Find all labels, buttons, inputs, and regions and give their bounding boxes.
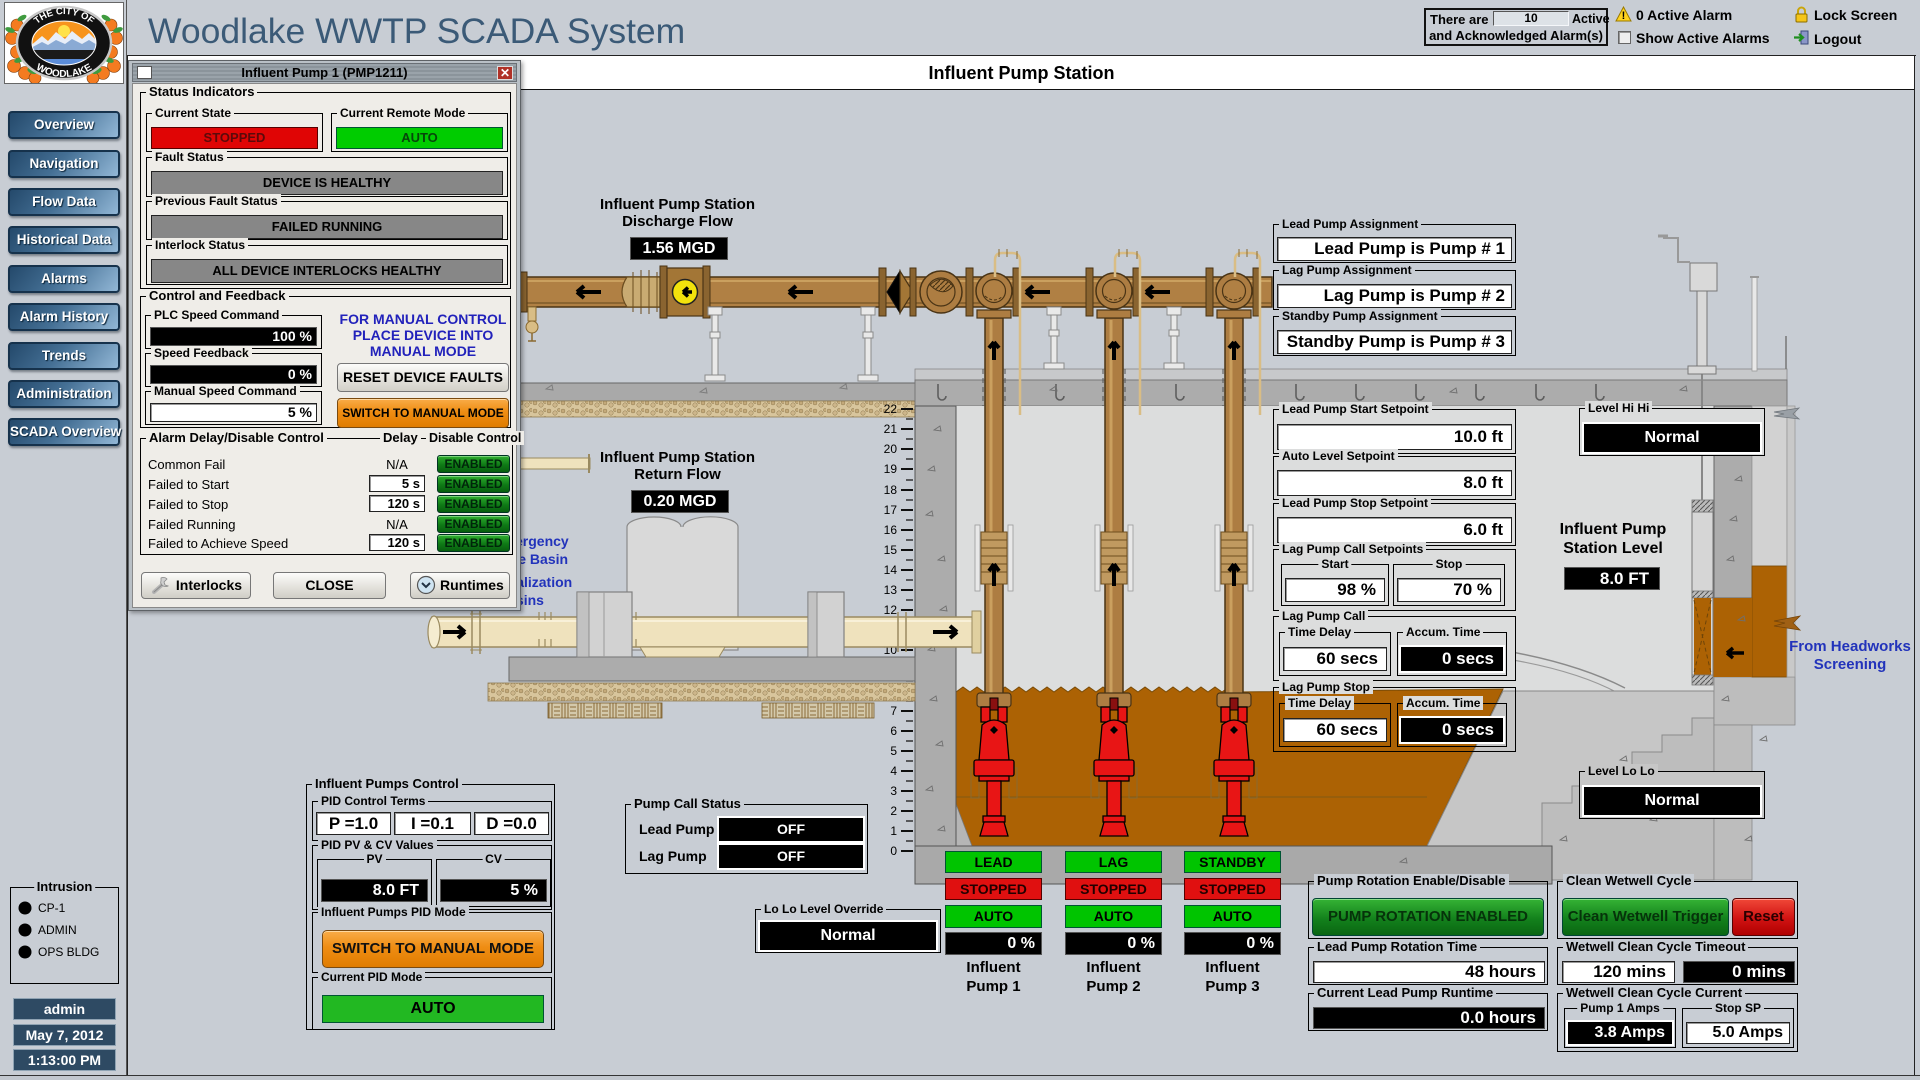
- svg-text:15: 15: [884, 543, 898, 557]
- svg-text:16: 16: [884, 523, 898, 537]
- svg-text:7: 7: [890, 704, 897, 718]
- svg-text:0: 0: [890, 844, 897, 858]
- svg-text:17: 17: [884, 503, 898, 517]
- svg-text:1: 1: [890, 824, 897, 838]
- svg-text:12: 12: [884, 603, 898, 617]
- svg-text:3: 3: [890, 784, 897, 798]
- svg-text:4: 4: [890, 764, 897, 778]
- svg-text:18: 18: [884, 483, 898, 497]
- svg-text:5: 5: [890, 744, 897, 758]
- svg-text:14: 14: [884, 563, 898, 577]
- svg-text:6: 6: [890, 724, 897, 738]
- svg-text:19: 19: [884, 462, 898, 476]
- svg-text:2: 2: [890, 804, 897, 818]
- svg-text:20: 20: [884, 442, 898, 456]
- svg-text:21: 21: [884, 422, 898, 436]
- svg-text:22: 22: [884, 402, 898, 416]
- svg-text:13: 13: [884, 583, 898, 597]
